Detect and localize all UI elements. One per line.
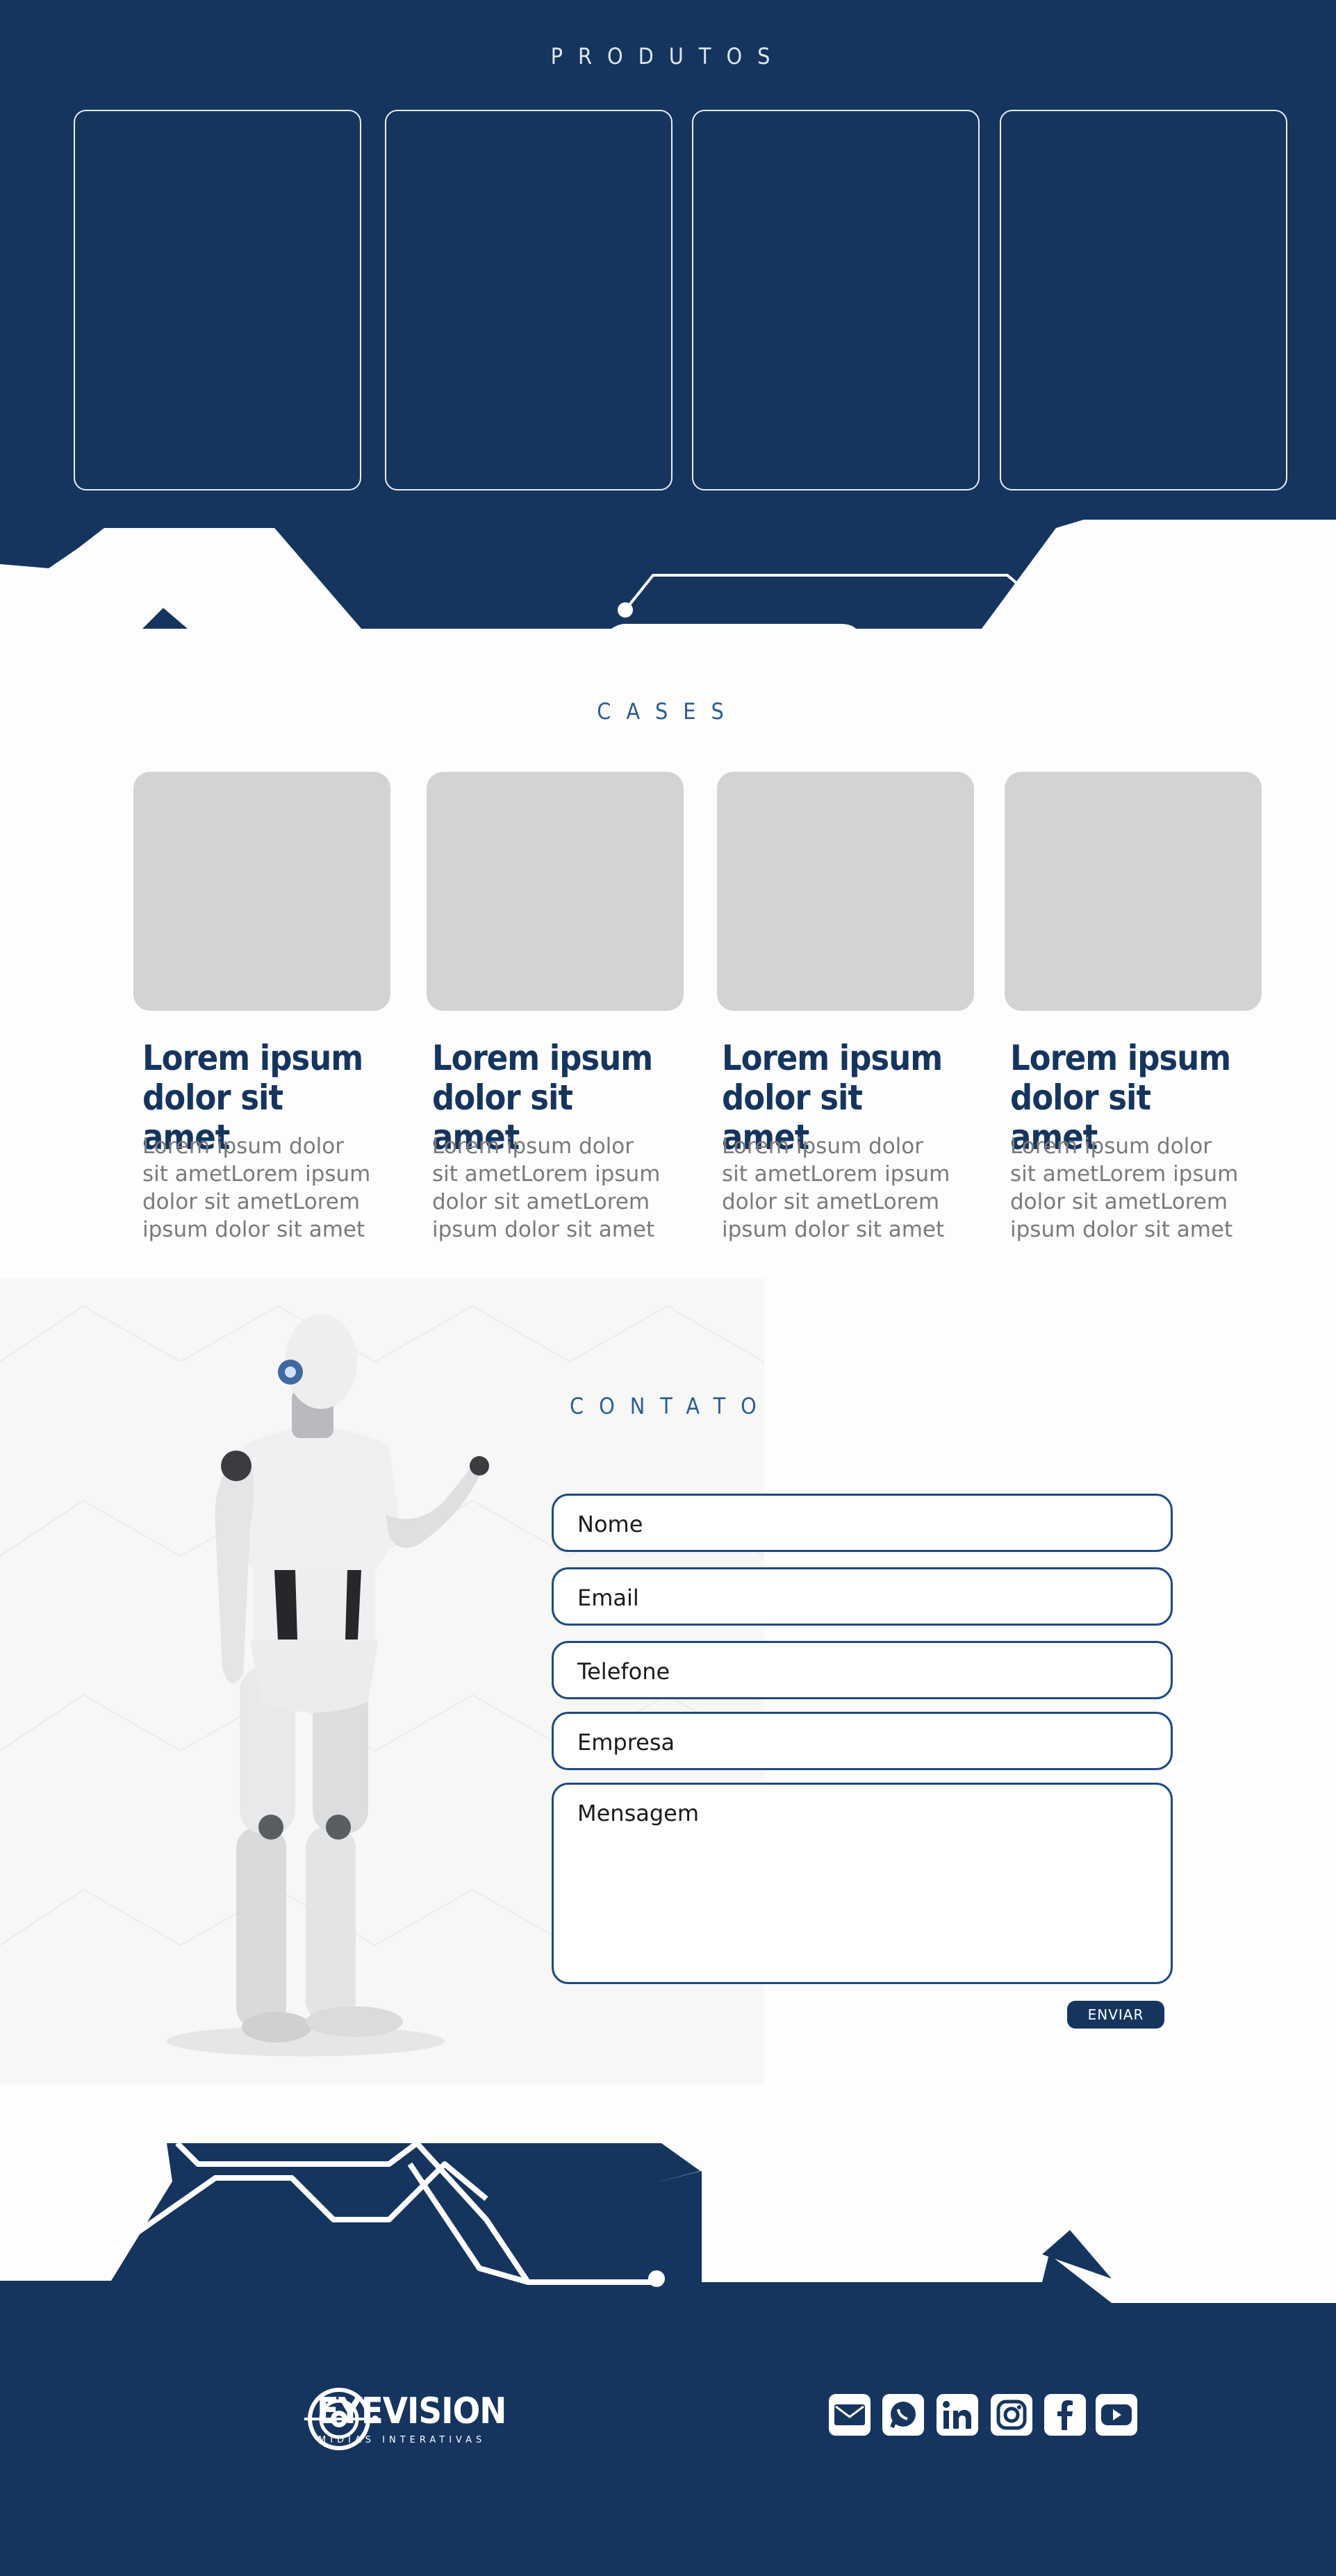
case-description: Lorem ipsum dolor sit ametLorem ipsum do…: [1010, 1134, 1239, 1242]
brand-name: EYEVISION: [317, 2391, 506, 2432]
case-heading-line1: Lorem ipsum: [1010, 1038, 1231, 1078]
produtos-section: PRODUTOS: [0, 0, 1336, 629]
nome-field[interactable]: Nome: [552, 1494, 1173, 1552]
empresa-field[interactable]: Empresa: [552, 1712, 1173, 1770]
mensagem-placeholder: Mensagem: [577, 1800, 700, 1826]
produtos-title: PRODUTOS: [550, 43, 786, 69]
contato-title: CONTATO: [570, 1393, 772, 1419]
case-image[interactable]: [427, 772, 684, 1011]
facebook-icon[interactable]: [1044, 2394, 1086, 2436]
youtube-icon[interactable]: [1096, 2394, 1137, 2436]
linkedin-icon[interactable]: [937, 2394, 978, 2436]
case-image[interactable]: [133, 772, 390, 1011]
telefone-placeholder: Telefone: [577, 1658, 670, 1685]
nome-placeholder: Nome: [577, 1511, 643, 1537]
produto-card[interactable]: [692, 110, 980, 490]
footer: [0, 2143, 1336, 2576]
case-image[interactable]: [1005, 772, 1262, 1011]
empresa-placeholder: Empresa: [577, 1729, 675, 1756]
case-description: Lorem ipsum dolor sit ametLorem ipsum do…: [722, 1134, 950, 1242]
produto-card[interactable]: [385, 110, 673, 490]
brand-tagline: MÍDIAS INTERATIVAS: [318, 2435, 486, 2445]
case-image[interactable]: [717, 772, 974, 1011]
case-description: Lorem ipsum dolor sit ametLorem ipsum do…: [142, 1134, 371, 1242]
telefone-field[interactable]: Telefone: [552, 1641, 1173, 1699]
cases-title: CASES: [597, 698, 739, 725]
email-icon[interactable]: [829, 2394, 871, 2436]
case-description: Lorem ipsum dolor sit ametLorem ipsum do…: [432, 1134, 661, 1242]
email-placeholder: Email: [577, 1585, 639, 1611]
case-heading-line1: Lorem ipsum: [432, 1038, 653, 1078]
mensagem-field[interactable]: Mensagem: [552, 1783, 1173, 1984]
produto-card[interactable]: [1000, 110, 1287, 490]
instagram-icon[interactable]: [991, 2394, 1032, 2436]
produto-card[interactable]: [74, 110, 361, 490]
email-field[interactable]: Email: [552, 1567, 1173, 1626]
footer-background: [0, 2143, 1336, 2576]
case-heading-line1: Lorem ipsum: [722, 1038, 943, 1078]
case-heading-line1: Lorem ipsum: [142, 1038, 363, 1078]
whatsapp-icon[interactable]: [882, 2394, 924, 2436]
enviar-button[interactable]: ENVIAR: [1067, 2001, 1164, 2029]
